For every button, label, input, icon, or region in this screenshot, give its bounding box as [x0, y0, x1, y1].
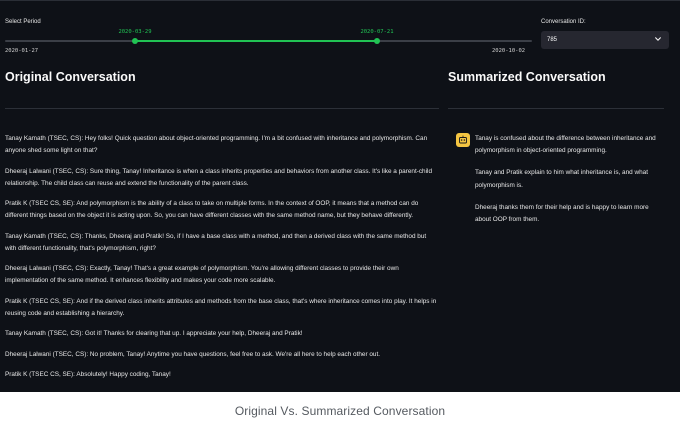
slider-start-value: 2020-03-29 [118, 29, 152, 35]
original-conversation-title: Original Conversation [5, 70, 136, 84]
slider-start-thumb[interactable] [132, 38, 138, 44]
conversation-message: Dheeraj Lalwani (TSEC, CS): No problem, … [5, 350, 381, 358]
slider-min-label: 2020-01-27 [5, 48, 39, 54]
slider-end-value: 2020-07-21 [360, 29, 394, 35]
original-conversation: Tanay Kamath (TSEC, CS): Hey folks! Quic… [5, 133, 439, 390]
slider-max-label: 2020-10-02 [492, 48, 526, 54]
assistant-avatar-icon [456, 133, 470, 147]
conversation-message: Pratik K (TSEC CS, SE): Absolutely! Happ… [5, 371, 171, 378]
top-border [0, 0, 680, 1]
conversation-message: Tanay Kamath (TSEC, CS): Hey folks! Quic… [5, 135, 428, 154]
conversation-message: Dheeraj Lalwani (TSEC, CS): Sure thing, … [5, 167, 432, 187]
period-slider-label: Select Period [5, 19, 41, 25]
conversation-message: Tanay Kamath (TSEC, CS): Thanks, Dheeraj… [5, 232, 427, 252]
summary-content: Tanay is confused about the difference b… [475, 133, 665, 236]
conversation-id-select[interactable]: 785 [541, 31, 669, 49]
summary-paragraph: Dheeraj thanks them for their help and i… [475, 203, 649, 224]
period-slider-track[interactable] [5, 38, 532, 44]
conversation-message: Pratik K (TSEC CS, SE): And polymorphism… [5, 200, 419, 219]
conversation-message: Tanay Kamath (TSEC, CS): Got it! Thanks … [5, 330, 303, 337]
slider-end-thumb[interactable] [374, 38, 380, 44]
original-divider [5, 108, 439, 109]
summary-paragraph: Tanay is confused about the difference b… [475, 135, 656, 155]
chevron-down-icon [655, 37, 661, 41]
summary-paragraph: Tanay and Pratik explain to him what inh… [475, 169, 648, 189]
summarized-conversation-title: Summarized Conversation [448, 70, 606, 84]
conversation-message: Pratik K (TSEC CS, SE): And if the deriv… [5, 297, 437, 317]
conversation-message: Dheeraj Lalwani (TSEC, CS): Exactly, Tan… [5, 265, 399, 284]
robot-face-icon [459, 135, 467, 144]
app-window: Select Period 2020-03-29 2020-07-21 2020… [0, 0, 680, 392]
conversation-id-value: 785 [547, 37, 558, 43]
summary-divider [448, 108, 664, 109]
figure-caption: Original Vs. Summarized Conversation [234, 404, 446, 418]
conversation-id-label: Conversation ID: [541, 19, 586, 25]
period-slider-range-fill [135, 40, 377, 42]
